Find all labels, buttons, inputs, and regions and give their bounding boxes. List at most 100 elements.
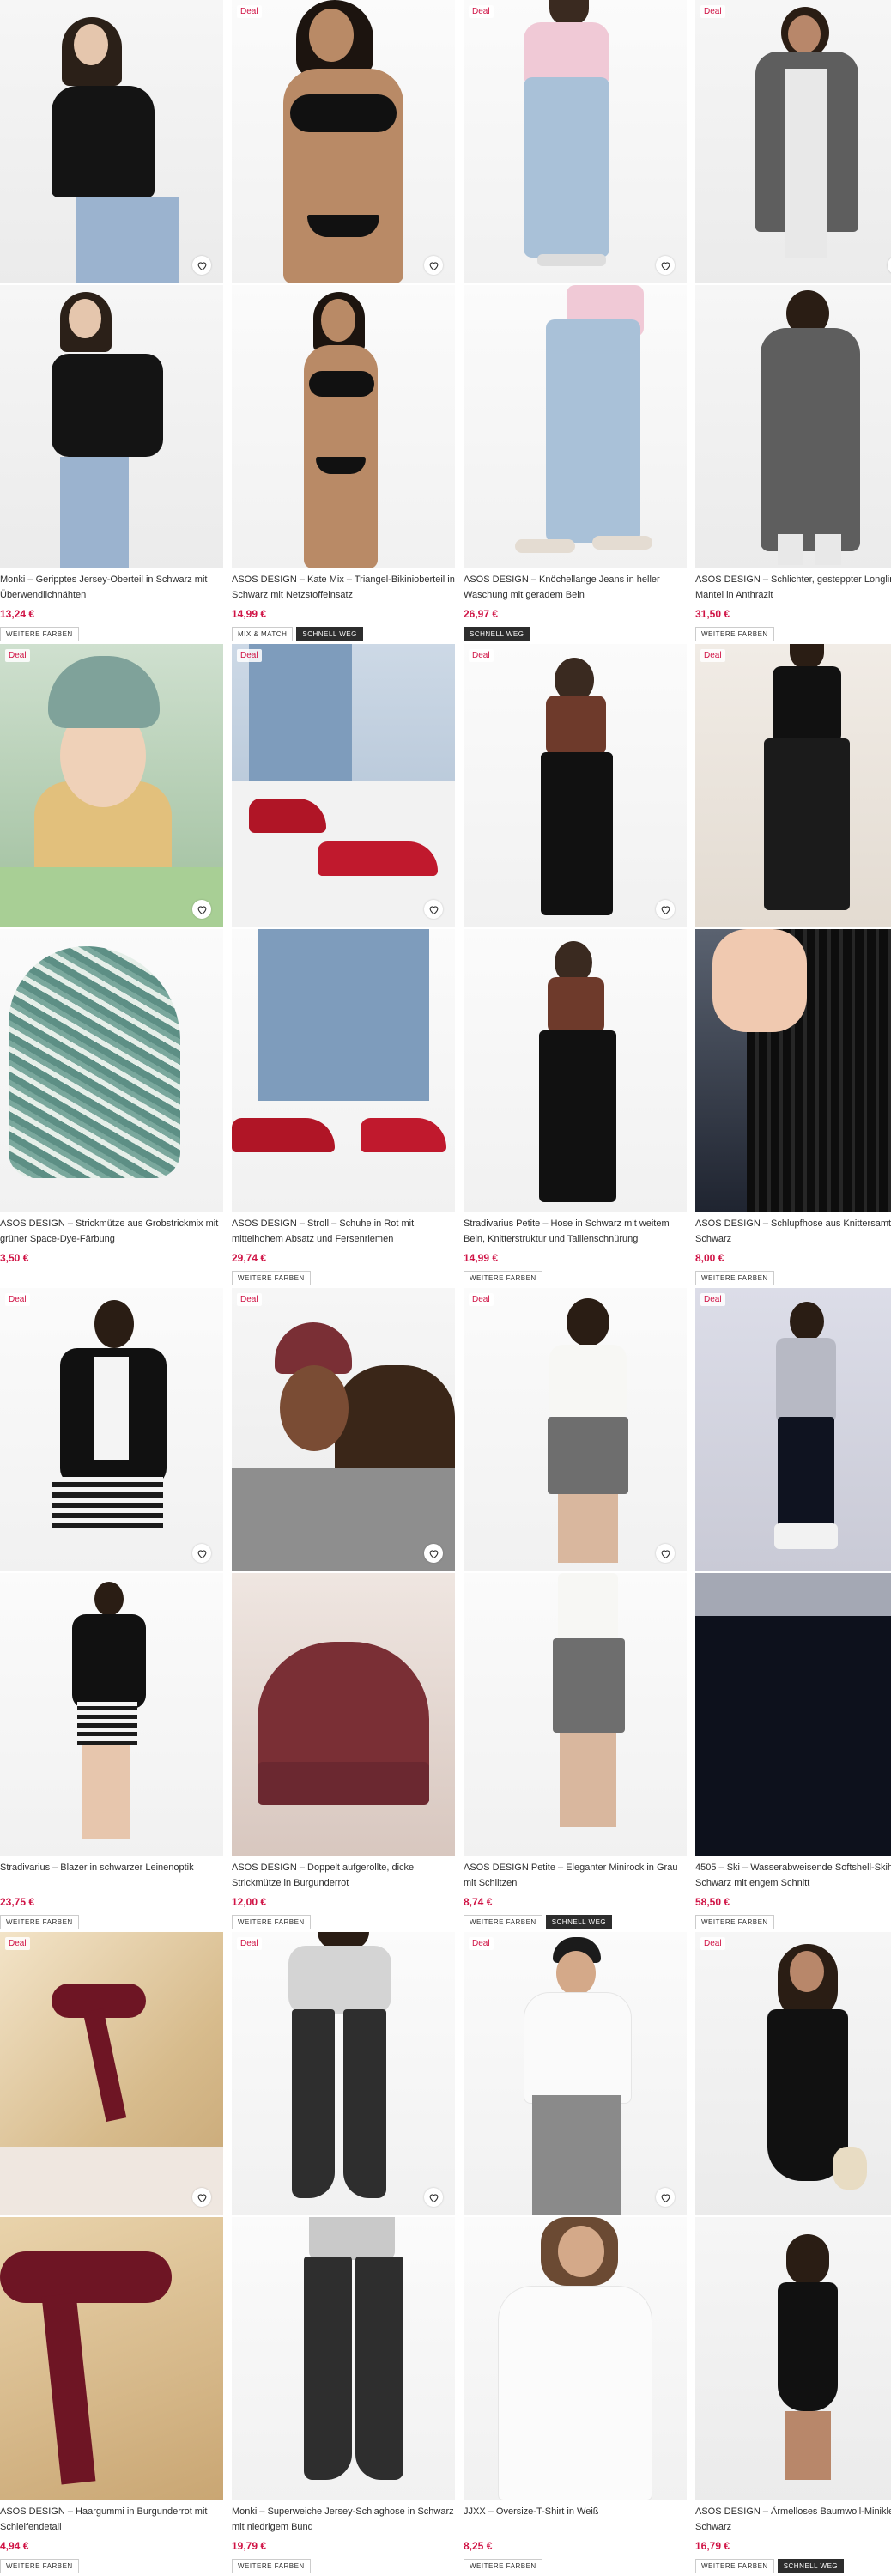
product-tags: WEITERE FARBEN xyxy=(232,1915,455,1929)
deal-badge: Deal xyxy=(700,1293,725,1306)
product-price: 23,75 € xyxy=(0,1896,35,1908)
product-image-main[interactable] xyxy=(464,1932,687,2215)
product-image-main[interactable] xyxy=(0,1288,223,1571)
product-image-alt[interactable] xyxy=(695,2217,891,2500)
product-card[interactable]: Deal ASOS DESIGN Petite – Eleganter Mini… xyxy=(464,1288,687,1930)
save-heart-icon[interactable] xyxy=(192,256,211,275)
product-image-main[interactable] xyxy=(232,644,455,927)
product-title[interactable]: ASOS DESIGN – Stroll – Schuhe in Rot mit… xyxy=(232,1216,455,1247)
product-image-alt[interactable] xyxy=(695,285,891,568)
product-image-alt[interactable] xyxy=(695,1573,891,1856)
product-title[interactable]: ASOS DESIGN – Knöchellange Jeans in hell… xyxy=(464,572,687,603)
product-card[interactable]: Deal 4505 – Ski – Wasserabweisende Softs… xyxy=(695,1288,891,1930)
product-price: 3,50 € xyxy=(0,1252,29,1264)
product-image-alt[interactable] xyxy=(232,929,455,1212)
deal-badge: Deal xyxy=(237,649,262,662)
product-title[interactable]: 4505 – Ski – Wasserabweisende Softshell-… xyxy=(695,1860,891,1891)
product-card[interactable]: Deal ASOS DESIGN – Stroll – Schuhe in Ro… xyxy=(232,644,455,1286)
product-image-main[interactable] xyxy=(232,1932,455,2215)
product-card[interactable]: Deal ASOS DESIGN – Kate Mix – Triangel-B… xyxy=(232,0,455,642)
product-image-main[interactable] xyxy=(0,644,223,927)
deal-badge: Deal xyxy=(469,1937,494,1950)
product-tags: WEITERE FARBEN xyxy=(695,627,891,641)
save-heart-icon[interactable] xyxy=(424,900,443,919)
product-title[interactable]: ASOS DESIGN – Ärmelloses Baumwoll-Minikl… xyxy=(695,2504,891,2535)
product-price: 19,79 € xyxy=(232,2540,267,2552)
product-image-main[interactable] xyxy=(232,1288,455,1571)
product-image-alt[interactable] xyxy=(464,929,687,1212)
product-tags: WEITERE FARBEN xyxy=(464,1271,687,1285)
save-heart-icon[interactable] xyxy=(424,1544,443,1563)
product-image-main[interactable] xyxy=(464,644,687,927)
save-heart-icon[interactable] xyxy=(192,900,211,919)
product-image-main[interactable] xyxy=(695,1288,891,1571)
product-image-main[interactable] xyxy=(695,1932,891,2215)
product-image-alt[interactable] xyxy=(0,285,223,568)
product-meta: JJXX – Oversize-T-Shirt in Weiß 8,25 € W… xyxy=(464,2504,687,2573)
product-meta: Monki – Geripptes Jersey-Oberteil in Sch… xyxy=(0,572,223,641)
product-tags: WEITERE FARBEN SCHNELL WEG xyxy=(464,1915,687,1929)
product-title[interactable]: Monki – Superweiche Jersey-Schlaghose in… xyxy=(232,2504,455,2535)
product-card[interactable]: Deal JJXX – Oversize-T-Shirt in Weiß 8,2… xyxy=(464,1932,687,2574)
product-image-alt[interactable] xyxy=(695,929,891,1212)
deal-badge: Deal xyxy=(469,649,494,662)
product-card[interactable]: Deal ASOS DESIGN – Knöchellange Jeans in… xyxy=(464,0,687,642)
product-title[interactable]: ASOS DESIGN – Doppelt aufgerollte, dicke… xyxy=(232,1860,455,1891)
product-title[interactable]: Monki – Geripptes Jersey-Oberteil in Sch… xyxy=(0,572,223,603)
product-image-main[interactable] xyxy=(464,0,687,283)
product-image-alt[interactable] xyxy=(232,1573,455,1856)
product-card[interactable]: Deal Stradivarius – Blazer in schwarzer … xyxy=(0,1288,223,1930)
product-image-alt[interactable] xyxy=(0,1573,223,1856)
product-title[interactable]: Stradivarius Petite – Hose in Schwarz mi… xyxy=(464,1216,687,1247)
product-card[interactable]: Deal ASOS DESIGN – Doppelt aufgerollte, … xyxy=(232,1288,455,1930)
save-heart-icon[interactable] xyxy=(656,1544,675,1563)
product-image-alt[interactable] xyxy=(0,2217,223,2500)
product-image-main[interactable] xyxy=(232,0,455,283)
product-title[interactable]: ASOS DESIGN – Schlupfhose aus Knittersam… xyxy=(695,1216,891,1247)
product-price: 26,97 € xyxy=(464,608,499,620)
product-meta: ASOS DESIGN – Ärmelloses Baumwoll-Minikl… xyxy=(695,2504,891,2573)
product-title[interactable]: ASOS DESIGN – Haargummi in Burgunderrot … xyxy=(0,2504,223,2535)
product-card[interactable]: Monki – Geripptes Jersey-Oberteil in Sch… xyxy=(0,0,223,642)
product-card[interactable]: Deal Monki – Superweiche Jersey-Schlagho… xyxy=(232,1932,455,2574)
product-title[interactable]: ASOS DESIGN Petite – Eleganter Minirock … xyxy=(464,1860,687,1891)
product-title[interactable]: Stradivarius – Blazer in schwarzer Leine… xyxy=(0,1860,223,1891)
product-image-alt[interactable] xyxy=(232,2217,455,2500)
product-card[interactable]: Deal ASOS DESIGN – Ärmelloses Baumwoll-M… xyxy=(695,1932,891,2574)
product-tags: MIX & MATCH SCHNELL WEG xyxy=(232,627,455,641)
product-image-alt[interactable] xyxy=(464,285,687,568)
product-price: 8,25 € xyxy=(464,2540,493,2552)
product-card[interactable]: Deal ASOS DESIGN – Strickmütze aus Grobs… xyxy=(0,644,223,1286)
product-tags: WEITERE FARBEN xyxy=(0,2559,223,2573)
save-heart-icon[interactable] xyxy=(656,2188,675,2207)
product-title[interactable]: JJXX – Oversize-T-Shirt in Weiß xyxy=(464,2504,687,2535)
product-image-alt[interactable] xyxy=(464,2217,687,2500)
product-price: 14,99 € xyxy=(464,1252,499,1264)
product-title[interactable]: ASOS DESIGN – Schlichter, gesteppter Lon… xyxy=(695,572,891,603)
product-card[interactable]: Deal ASOS DESIGN – Schlichter, gesteppte… xyxy=(695,0,891,642)
product-image-main[interactable] xyxy=(0,1932,223,2215)
product-image-alt[interactable] xyxy=(464,1573,687,1856)
product-image-main[interactable] xyxy=(464,1288,687,1571)
product-meta: ASOS DESIGN – Schlichter, gesteppter Lon… xyxy=(695,572,891,641)
product-image-main[interactable] xyxy=(695,0,891,283)
product-card[interactable]: Deal ASOS DESIGN – Schlupfhose aus Knitt… xyxy=(695,644,891,1286)
save-heart-icon[interactable] xyxy=(424,256,443,275)
product-image-main[interactable] xyxy=(0,0,223,283)
save-heart-icon[interactable] xyxy=(192,2188,211,2207)
product-price: 13,24 € xyxy=(0,608,35,620)
save-heart-icon[interactable] xyxy=(656,256,675,275)
product-image-main[interactable] xyxy=(695,644,891,927)
product-card[interactable]: Deal Stradivarius Petite – Hose in Schwa… xyxy=(464,644,687,1286)
more-colors-badge: WEITERE FARBEN xyxy=(695,1915,774,1929)
product-image-alt[interactable] xyxy=(0,929,223,1212)
save-heart-icon[interactable] xyxy=(656,900,675,919)
product-tags: WEITERE FARBEN xyxy=(695,1271,891,1285)
save-heart-icon[interactable] xyxy=(424,2188,443,2207)
product-title[interactable]: ASOS DESIGN – Strickmütze aus Grobstrick… xyxy=(0,1216,223,1247)
selling-fast-badge: SCHNELL WEG xyxy=(464,627,530,641)
product-image-alt[interactable] xyxy=(232,285,455,568)
product-title[interactable]: ASOS DESIGN – Kate Mix – Triangel-Bikini… xyxy=(232,572,455,603)
save-heart-icon[interactable] xyxy=(192,1544,211,1563)
product-card[interactable]: Deal ASOS DESIGN – Haargummi in Burgunde… xyxy=(0,1932,223,2574)
